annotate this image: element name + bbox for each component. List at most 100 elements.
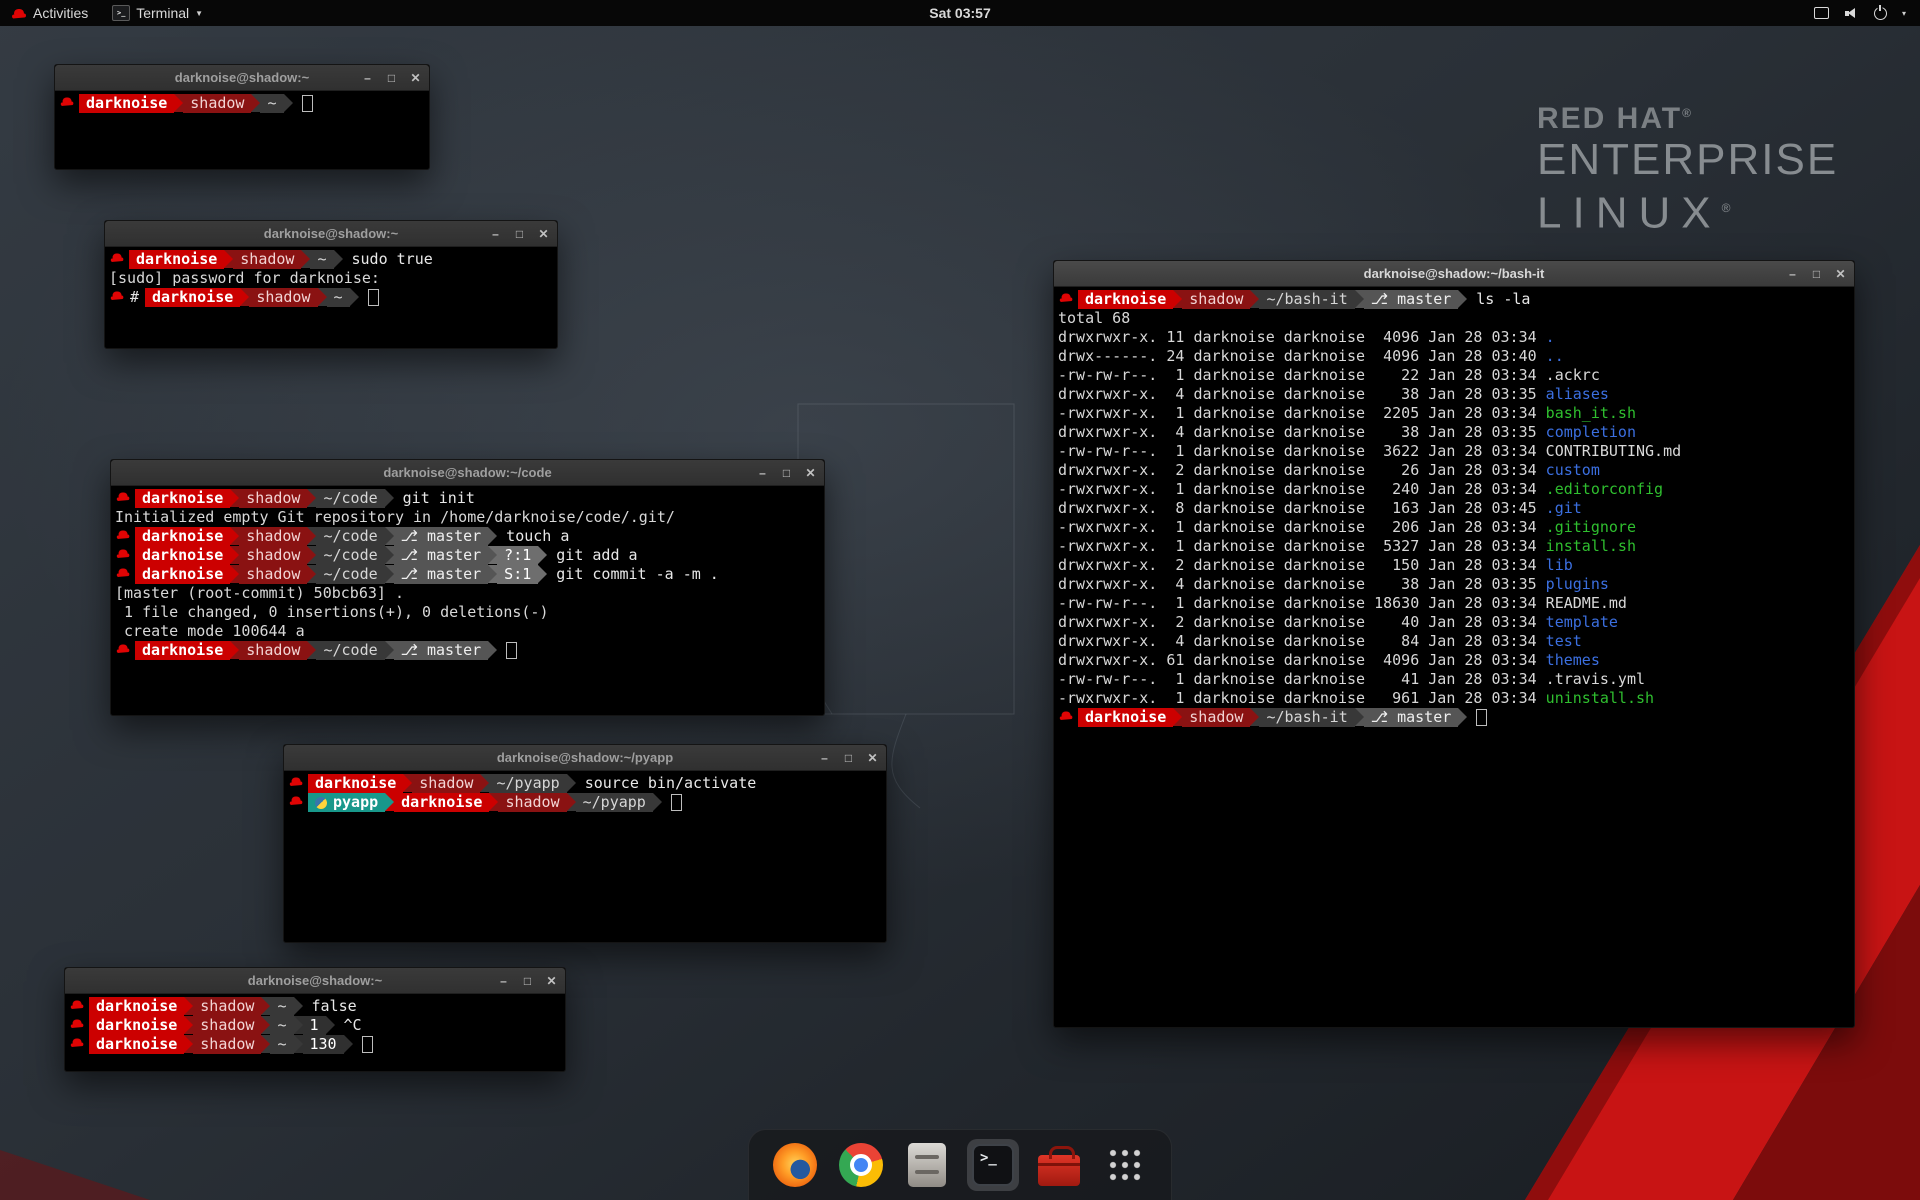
output-text: -rwxrwxr-x. 1 darknoise darknoise 2205 J… <box>1058 404 1546 422</box>
minimize-button[interactable]: – <box>489 228 502 240</box>
terminal-body[interactable]: darknoiseshadow~ <box>55 91 429 116</box>
activities-button[interactable]: Activities <box>0 0 100 26</box>
maximize-button[interactable]: □ <box>780 467 793 479</box>
powerline-separator <box>294 1035 303 1053</box>
display-icon[interactable] <box>1814 7 1829 19</box>
output-text: total 68 <box>1058 309 1130 327</box>
prompt-seg-host: shadow <box>498 793 566 812</box>
prompt-seg-user: darknoise <box>135 527 230 546</box>
powerline-separator <box>1355 708 1364 726</box>
maximize-button[interactable]: □ <box>513 228 526 240</box>
command-text: git commit -a -m . <box>556 565 719 584</box>
prompt-seg-status: S:1 <box>497 565 538 584</box>
window-controls: –□ ✕ <box>361 65 422 90</box>
chrome-dock-icon[interactable] <box>835 1139 887 1191</box>
terminal-output-line: -rwxrwxr-x. 1 darknoise darknoise 5327 J… <box>1058 537 1850 556</box>
window-titlebar[interactable]: darknoise@shadow:~–□✕ <box>105 221 557 247</box>
file-name: bash_it.sh <box>1546 404 1636 422</box>
prompt-seg-host: shadow <box>239 641 307 660</box>
prompt-seg-host: shadow <box>249 288 317 307</box>
close-button[interactable]: ✕ <box>804 467 817 479</box>
redhat-prompt-icon <box>116 527 131 546</box>
file-name: test <box>1546 632 1582 650</box>
command-text: ^C <box>344 1016 362 1035</box>
window-titlebar[interactable]: darknoise@shadow:~–□✕ <box>55 65 429 91</box>
close-button[interactable]: ✕ <box>409 72 422 84</box>
maximize-button[interactable]: □ <box>521 975 534 987</box>
prompt-seg-user: darknoise <box>135 565 230 584</box>
powerline-separator <box>251 94 260 112</box>
terminal-output-line: -rw-rw-r--. 1 darknoise darknoise 3622 J… <box>1058 442 1850 461</box>
powerline-separator <box>488 565 497 583</box>
prompt-seg-user: darknoise <box>89 997 184 1016</box>
powerline-separator <box>385 527 394 545</box>
terminal-output-line: drwxrwxr-x. 2 darknoise darknoise 40 Jan… <box>1058 613 1850 632</box>
prompt-seg-user: darknoise <box>308 774 403 793</box>
root-prompt-hash: # <box>129 288 145 307</box>
file-name: install.sh <box>1546 537 1636 555</box>
terminal-home-small[interactable]: darknoise@shadow:~–□✕darknoiseshadow~ <box>54 64 430 170</box>
close-button[interactable]: ✕ <box>537 228 550 240</box>
close-button[interactable]: ✕ <box>866 752 879 764</box>
file-name: uninstall.sh <box>1546 689 1654 707</box>
maximize-button[interactable]: □ <box>842 752 855 764</box>
terminal-pyapp[interactable]: darknoise@shadow:~/pyapp–□✕darknoiseshad… <box>283 744 887 943</box>
powerline-separator <box>385 565 394 583</box>
terminal-output-line: drwx------. 24 darknoise darknoise 4096 … <box>1058 347 1850 366</box>
minimize-button[interactable]: – <box>756 467 769 479</box>
output-text: drwxrwxr-x. 8 darknoise darknoise 163 Ja… <box>1058 499 1546 517</box>
files-dock-icon[interactable] <box>901 1139 953 1191</box>
terminal-exit-codes[interactable]: darknoise@shadow:~–□✕darknoiseshadow~fal… <box>64 967 566 1072</box>
terminal-body[interactable]: darknoiseshadow~sudo true[sudo] password… <box>105 247 557 310</box>
clock[interactable]: Sat 03:57 <box>929 5 990 21</box>
terminal-output-line: -rwxrwxr-x. 1 darknoise darknoise 961 Ja… <box>1058 689 1850 708</box>
prompt-seg-host: shadow <box>193 1035 261 1054</box>
app-menu-terminal[interactable]: >_ Terminal ▼ <box>100 0 215 26</box>
toolbox-dock-icon[interactable] <box>1033 1139 1085 1191</box>
system-status-area[interactable]: ▾ <box>1800 0 1920 26</box>
terminal-output-line: -rw-rw-r--. 1 darknoise darknoise 41 Jan… <box>1058 670 1850 689</box>
power-icon[interactable] <box>1874 7 1887 20</box>
powerline-separator <box>307 489 316 507</box>
firefox-dock-icon[interactable] <box>769 1139 821 1191</box>
file-name: .git <box>1546 499 1582 517</box>
prompt-seg-user: darknoise <box>79 94 174 113</box>
redhat-prompt-icon <box>116 546 131 565</box>
terminal-code[interactable]: darknoise@shadow:~/code–□✕darknoiseshado… <box>110 459 825 716</box>
terminal-body[interactable]: darknoiseshadow~/pyappsource bin/activat… <box>284 771 886 815</box>
volume-icon[interactable] <box>1844 7 1859 19</box>
prompt-seg-path: ~ <box>270 1035 293 1054</box>
maximize-button[interactable]: □ <box>385 72 398 84</box>
powerline-separator <box>184 1035 193 1053</box>
window-titlebar[interactable]: darknoise@shadow:~/code–□✕ <box>111 460 824 486</box>
terminal-body[interactable]: darknoiseshadow~/bash-it⎇ masterls -lato… <box>1054 287 1854 730</box>
powerline-separator <box>1458 708 1467 726</box>
powerline-separator <box>1458 290 1467 308</box>
close-button[interactable]: ✕ <box>1834 268 1847 280</box>
prompt-seg-path: ~/bash-it <box>1259 290 1354 309</box>
powerline-separator <box>385 641 394 659</box>
firefox-icon <box>773 1143 817 1187</box>
terminal-body[interactable]: darknoiseshadow~falsedarknoiseshadow~1^C… <box>65 994 565 1057</box>
powerline-separator <box>174 94 183 112</box>
powerline-separator <box>307 546 316 564</box>
terminal-prompt-line: darknoiseshadow~ <box>59 94 425 113</box>
maximize-button[interactable]: □ <box>1810 268 1823 280</box>
window-titlebar[interactable]: darknoise@shadow:~–□✕ <box>65 968 565 994</box>
window-titlebar[interactable]: darknoise@shadow:~/pyapp–□✕ <box>284 745 886 771</box>
powerline-separator <box>653 793 662 811</box>
terminal-body[interactable]: darknoiseshadow~/codegit initInitialized… <box>111 486 824 663</box>
minimize-button[interactable]: – <box>1786 268 1799 280</box>
app-grid-dock-icon[interactable] <box>1099 1139 1151 1191</box>
powerline-separator <box>307 527 316 545</box>
window-titlebar[interactable]: darknoise@shadow:~/bash-it–□✕ <box>1054 261 1854 287</box>
chevron-down-icon[interactable]: ▾ <box>1902 9 1906 18</box>
minimize-button[interactable]: – <box>818 752 831 764</box>
close-button[interactable]: ✕ <box>545 975 558 987</box>
terminal-sudo[interactable]: darknoise@shadow:~–□✕darknoiseshadow~sud… <box>104 220 558 349</box>
minimize-button[interactable]: – <box>361 72 374 84</box>
terminal-dock-icon[interactable]: >_ <box>967 1139 1019 1191</box>
minimize-button[interactable]: – <box>497 975 510 987</box>
terminal-bash-it[interactable]: darknoise@shadow:~/bash-it–□✕darknoisesh… <box>1053 260 1855 1028</box>
output-text: create mode 100644 a <box>115 622 305 640</box>
